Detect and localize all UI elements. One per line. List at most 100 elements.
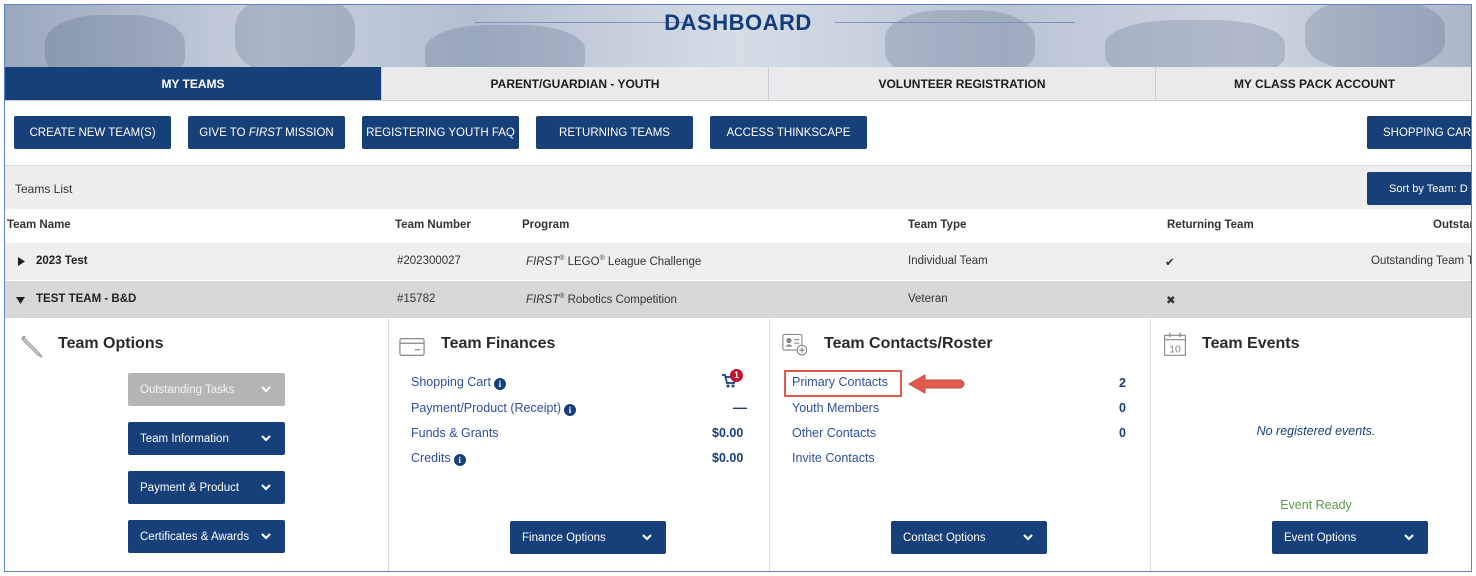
- chevron-down-icon: [1404, 534, 1414, 541]
- shopping-cart-label: Shopping Cart: [411, 375, 491, 389]
- credits-value: $0.00: [712, 451, 744, 465]
- team-information-button[interactable]: Team Information: [128, 422, 285, 455]
- payment-product-value: —: [733, 399, 747, 415]
- main-tabs: MY TEAMS PARENT/GUARDIAN - YOUTH VOLUNTE…: [5, 67, 1471, 101]
- program-brand: FIRST: [526, 293, 560, 306]
- pointer-arrow-icon: [907, 374, 965, 394]
- finance-options-button[interactable]: Finance Options: [510, 521, 666, 554]
- team-program: FIRST® LEGO® League Challenge: [526, 255, 701, 268]
- team-number: #202300027: [397, 255, 461, 267]
- info-icon[interactable]: i: [564, 404, 577, 416]
- check-icon: ✔: [1165, 257, 1175, 269]
- chevron-down-icon: [261, 533, 271, 540]
- shopping-cart-button[interactable]: SHOPPING CART: [1367, 116, 1471, 149]
- col-program[interactable]: Program: [522, 219, 569, 231]
- teams-list-header: Teams List Sort by Team: D: [5, 165, 1471, 209]
- payment-product-receipt-link[interactable]: Payment/Product (Receipt) i: [411, 401, 577, 416]
- primary-contacts-highlight: [784, 370, 902, 397]
- team-number: #15782: [397, 293, 436, 305]
- program-rest: League Challenge: [604, 255, 702, 268]
- dashboard-banner: DASHBOARD: [5, 5, 1471, 67]
- credits-label: Credits: [411, 451, 451, 465]
- chevron-down-icon: [261, 435, 271, 442]
- calendar-icon: 10: [1164, 332, 1186, 356]
- table-row[interactable]: 2023 Test #202300027 FIRST® LEGO® League…: [5, 243, 1471, 280]
- returning-teams-button[interactable]: RETURNING TEAMS: [536, 116, 693, 149]
- other-contacts-count: 0: [1119, 426, 1126, 440]
- pencil-icon: [21, 335, 43, 358]
- chevron-down-icon: [261, 386, 271, 393]
- event-options-button[interactable]: Event Options: [1272, 521, 1428, 554]
- access-thinkscape-button[interactable]: ACCESS THINKSCAPE: [710, 116, 867, 149]
- team-finances-panel: Team Finances Shopping Cart i 1 Payment/P…: [389, 319, 770, 571]
- payment-product-label: Payment & Product: [140, 481, 240, 494]
- team-events-panel: 10 Team Events Event Options: [1151, 319, 1471, 571]
- event-ready-status: Event Ready: [1280, 498, 1352, 512]
- credit-card-icon: [399, 338, 425, 356]
- chevron-down-icon: [261, 484, 271, 491]
- program-rest: Robotics Competition: [564, 293, 677, 306]
- outstanding-tasks-button[interactable]: Outstanding Tasks: [128, 373, 285, 406]
- tab-volunteer-registration[interactable]: VOLUNTEER REGISTRATION: [769, 67, 1156, 100]
- other-contacts-link[interactable]: Other Contacts: [792, 426, 876, 440]
- registering-youth-faq-button[interactable]: REGISTERING YOUTH FAQ: [362, 116, 519, 149]
- team-type: Individual Team: [908, 255, 988, 267]
- contact-card-icon: [782, 333, 808, 356]
- funds-grants-link[interactable]: Funds & Grants: [411, 426, 499, 440]
- event-options-label: Event Options: [1284, 531, 1357, 544]
- create-new-team-button[interactable]: CREATE NEW TEAM(S): [14, 116, 171, 149]
- team-detail-panels: Team Options Outstanding Tasks Team Info…: [5, 319, 1471, 571]
- table-row[interactable]: TEST TEAM - B&D #15782 FIRST® Robotics C…: [5, 281, 1471, 318]
- team-name[interactable]: 2023 Test: [36, 255, 88, 267]
- col-returning-team[interactable]: Returning Team: [1167, 219, 1254, 231]
- funds-grants-value: $0.00: [712, 426, 744, 440]
- certificates-awards-label: Certificates & Awards: [140, 530, 250, 543]
- contact-options-button[interactable]: Contact Options: [891, 521, 1047, 554]
- app-frame: DASHBOARD MY TEAMS PARENT/GUARDIAN - YOU…: [4, 4, 1472, 572]
- team-options-panel: Team Options Outstanding Tasks Team Info…: [5, 319, 389, 571]
- give-label-suffix: MISSION: [281, 126, 334, 139]
- team-program: FIRST® Robotics Competition: [526, 293, 677, 306]
- chevron-down-icon: [1023, 534, 1033, 541]
- tab-parent-guardian-youth[interactable]: PARENT/GUARDIAN - YOUTH: [382, 67, 769, 100]
- payment-product-button[interactable]: Payment & Product: [128, 471, 285, 504]
- team-information-label: Team Information: [140, 432, 229, 445]
- col-team-name[interactable]: Team Name: [7, 219, 71, 231]
- col-team-type[interactable]: Team Type: [908, 219, 966, 231]
- calendar-day: 10: [1169, 345, 1181, 356]
- contact-options-label: Contact Options: [903, 531, 986, 544]
- certificates-awards-button[interactable]: Certificates & Awards: [128, 520, 285, 553]
- tab-my-class-pack-account[interactable]: MY CLASS PACK ACCOUNT: [1156, 67, 1471, 100]
- cart-indicator[interactable]: 1: [721, 369, 749, 391]
- youth-members-count: 0: [1119, 401, 1126, 415]
- team-name[interactable]: TEST TEAM - B&D: [36, 293, 136, 305]
- finance-options-label: Finance Options: [522, 531, 606, 544]
- tab-my-teams[interactable]: MY TEAMS: [5, 67, 382, 100]
- payment-product-receipt-label: Payment/Product (Receipt): [411, 401, 562, 415]
- primary-contacts-count: 2: [1119, 376, 1126, 390]
- caret-down-icon[interactable]: [16, 297, 25, 304]
- teams-table-header: Team Name Team Number Program Team Type …: [5, 209, 1471, 242]
- credits-link[interactable]: Credits i: [411, 451, 466, 466]
- team-events-title: Team Events: [1202, 335, 1300, 352]
- teams-list-title: Teams List: [15, 182, 73, 196]
- no-events-message: No registered events.: [1256, 424, 1376, 438]
- chevron-down-icon: [642, 534, 652, 541]
- youth-members-link[interactable]: Youth Members: [792, 401, 879, 415]
- col-team-number[interactable]: Team Number: [395, 219, 471, 231]
- give-label-prefix: GIVE TO: [199, 126, 249, 139]
- cart-count-badge: 1: [730, 369, 743, 382]
- info-icon[interactable]: i: [493, 378, 506, 390]
- caret-right-icon[interactable]: [18, 257, 25, 266]
- program-brand: FIRST: [526, 255, 560, 268]
- program-mid: LEGO: [564, 255, 600, 268]
- give-label-brand: FIRST: [248, 126, 282, 139]
- col-outstanding[interactable]: Outstan: [1433, 219, 1471, 231]
- shopping-cart-link[interactable]: Shopping Cart i: [411, 375, 506, 390]
- give-to-first-mission-button[interactable]: GIVE TO FIRST MISSION: [188, 116, 345, 149]
- team-options-title: Team Options: [58, 335, 164, 352]
- sort-by-team-button[interactable]: Sort by Team: D: [1367, 172, 1471, 205]
- invite-contacts-link[interactable]: Invite Contacts: [792, 451, 875, 465]
- outstanding-tasks-label: Outstanding Tasks: [140, 383, 235, 396]
- info-icon[interactable]: i: [453, 454, 466, 466]
